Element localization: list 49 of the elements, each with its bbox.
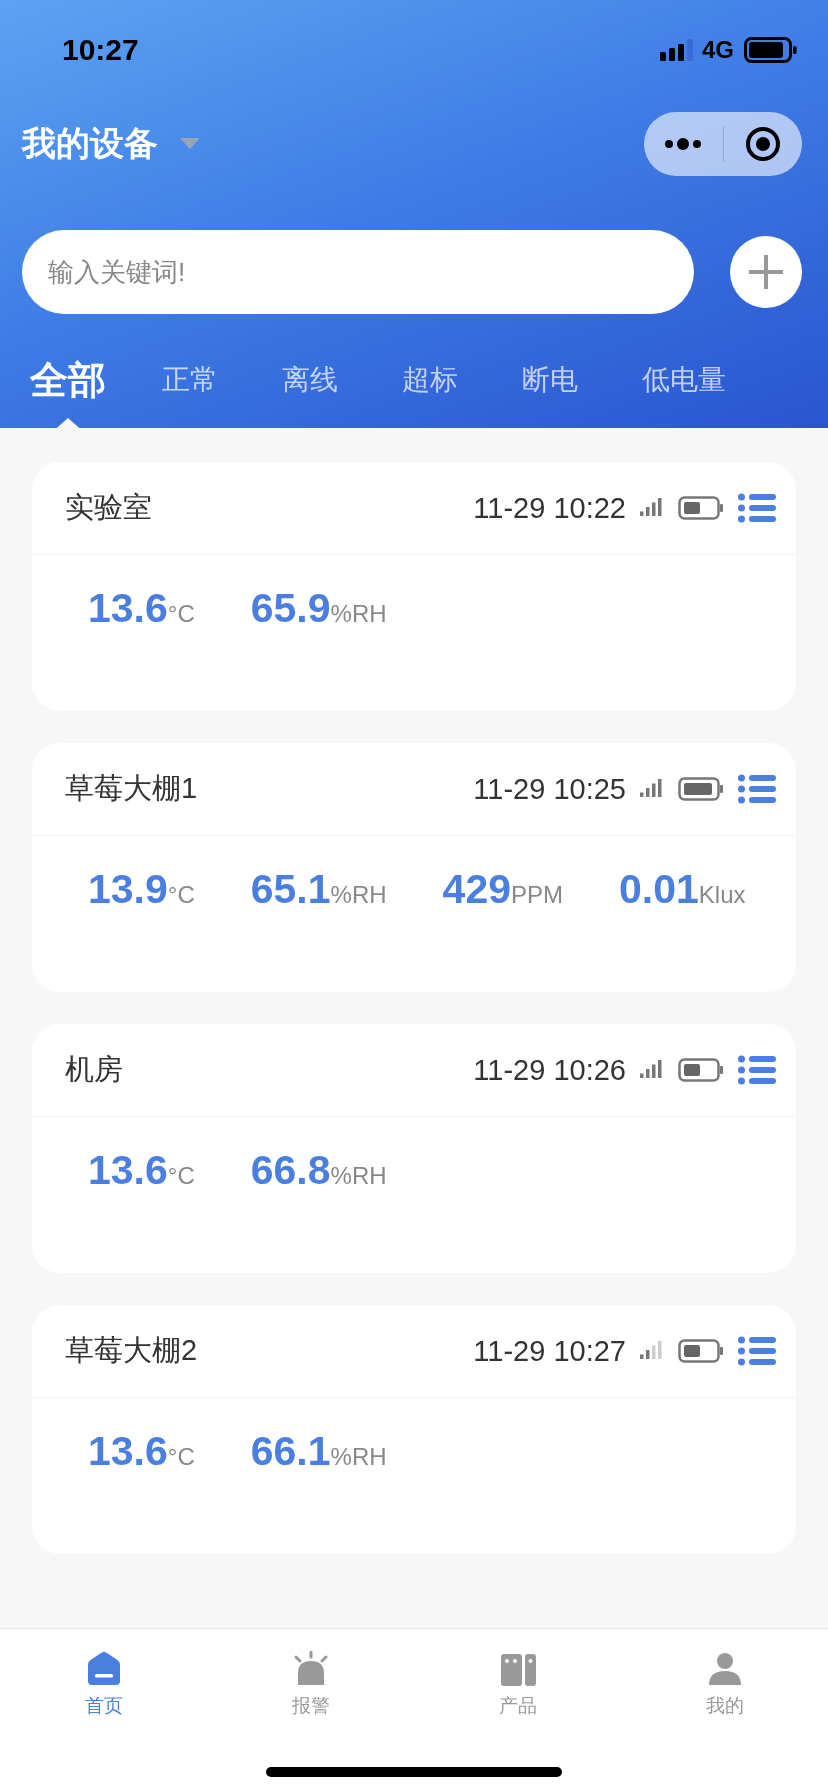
sensor-reading: 66.8%RH xyxy=(250,1147,387,1194)
update-time: 11-29 10:26 xyxy=(473,1053,626,1087)
search-field[interactable]: 输入关键词! xyxy=(22,230,694,314)
device-name: 草莓大棚1 xyxy=(65,771,199,806)
device-card[interactable]: 实验室 11-29 10:22 13.6°C 65.9%RH xyxy=(32,462,796,711)
device-card[interactable]: 草莓大棚2 11-29 10:27 13.6°C 66.1%RH xyxy=(32,1305,796,1554)
sensor-reading: 13.6°C xyxy=(88,585,195,632)
sensor-reading: 13.6°C xyxy=(88,1147,195,1194)
signal-icon xyxy=(660,39,696,61)
plus-icon xyxy=(747,253,785,291)
status-time: 10:27 xyxy=(62,33,140,67)
list-button[interactable] xyxy=(738,1055,776,1085)
filter-tab[interactable]: 超标 xyxy=(402,352,458,408)
close-target-icon[interactable] xyxy=(744,126,781,162)
sensor-reading: 429PPM xyxy=(442,866,563,913)
filter-tab[interactable]: 低电量 xyxy=(642,352,726,408)
list-button[interactable] xyxy=(738,1336,776,1366)
nav-tab[interactable]: 首页 xyxy=(0,1629,207,1741)
device-card[interactable]: 草莓大棚1 11-29 10:25 13.9°C 65.1%RH 429PPM 0.01Klux xyxy=(32,743,796,992)
device-card[interactable]: 机房 11-29 10:26 13.6°C 66.8%RH xyxy=(32,1024,796,1273)
filter-tab[interactable]: 离线 xyxy=(282,352,338,408)
sensor-reading: 65.1%RH xyxy=(250,866,387,913)
page-title: 我的设备 xyxy=(22,123,158,164)
more-icon[interactable] xyxy=(664,137,703,151)
sensor-reading: 13.9°C xyxy=(88,866,195,913)
sensor-reading: 13.6°C xyxy=(88,1428,195,1475)
list-icon xyxy=(738,493,776,523)
nav-tab[interactable]: 报警 xyxy=(207,1629,414,1741)
list-button[interactable] xyxy=(738,493,776,523)
filter-tab[interactable]: 断电 xyxy=(522,352,578,408)
network-label: 4G xyxy=(702,36,734,64)
nav-tab[interactable]: 我的 xyxy=(621,1629,828,1741)
battery-icon xyxy=(744,37,798,63)
filter-tab[interactable]: 正常 xyxy=(162,352,218,408)
list-icon xyxy=(738,774,776,804)
list-icon xyxy=(738,1336,776,1366)
device-name: 草莓大棚2 xyxy=(65,1333,199,1368)
nav-tab[interactable]: 产品 xyxy=(414,1629,621,1741)
update-time: 11-29 10:27 xyxy=(473,1334,626,1368)
device-name: 机房 xyxy=(65,1052,124,1087)
sensor-reading: 65.9%RH xyxy=(250,585,387,632)
device-name: 实验室 xyxy=(65,490,153,525)
sensor-reading: 66.1%RH xyxy=(250,1428,387,1475)
sensor-reading: 0.01Klux xyxy=(619,866,746,913)
update-time: 11-29 10:25 xyxy=(473,772,626,806)
list-button[interactable] xyxy=(738,774,776,804)
list-icon xyxy=(738,1055,776,1085)
filter-tab[interactable]: 全部 xyxy=(30,352,106,408)
update-time: 11-29 10:22 xyxy=(473,491,626,525)
